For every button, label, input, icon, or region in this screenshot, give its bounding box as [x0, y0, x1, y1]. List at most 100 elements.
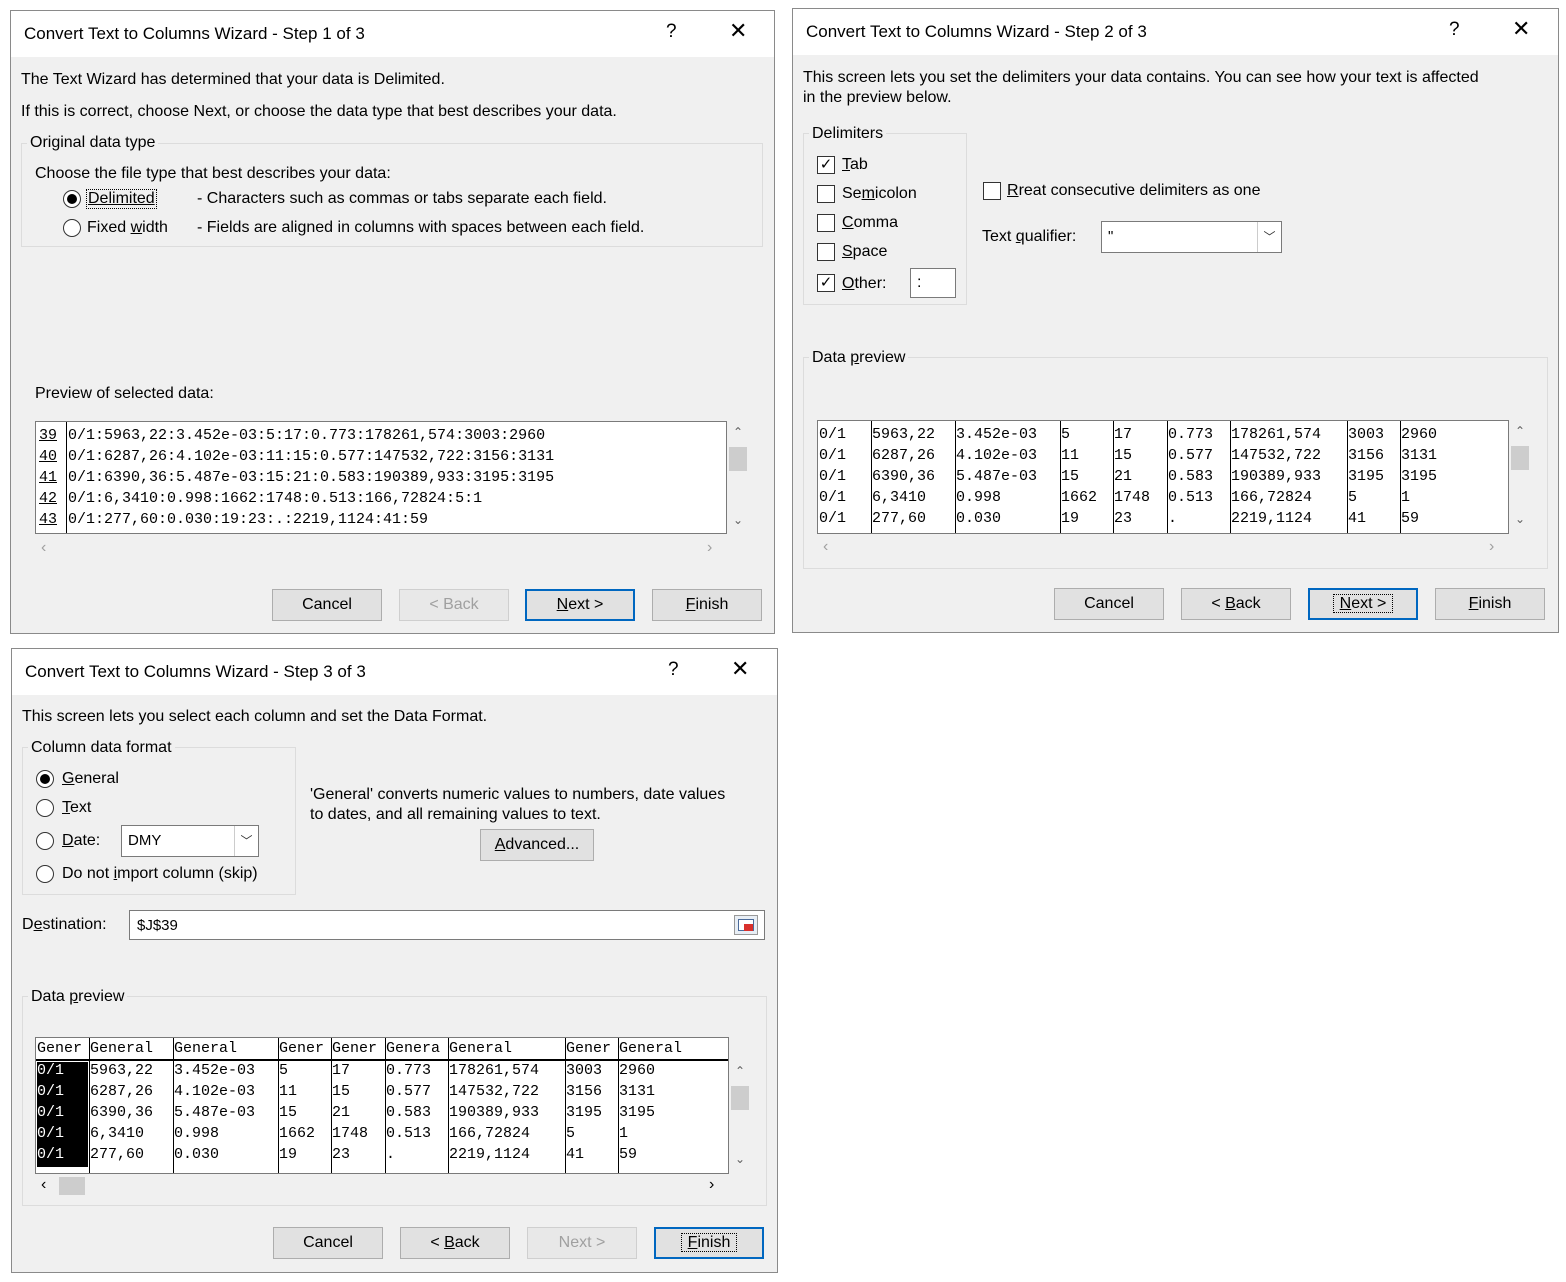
column-header[interactable]: Gener: [566, 1040, 617, 1057]
close-icon[interactable]: ✕: [729, 19, 747, 43]
grid-cell: 6,3410: [90, 1125, 145, 1142]
data-preview-grid[interactable]: Gener General General Gener Gener Genera Gener…: [35, 1037, 729, 1174]
date-radio[interactable]: [36, 832, 54, 850]
column-header[interactable]: General: [90, 1040, 172, 1057]
column-header[interactable]: Genera: [386, 1040, 447, 1057]
next-button[interactable]: Next >: [525, 589, 635, 621]
cancel-button[interactable]: Cancel: [273, 1227, 383, 1259]
next-button[interactable]: Next >: [527, 1227, 637, 1259]
chevron-down-icon[interactable]: ﹀: [234, 826, 258, 856]
finish-button[interactable]: Finish: [654, 1227, 764, 1259]
range-selector-icon[interactable]: [734, 915, 758, 935]
delimited-label[interactable]: Delimited: [86, 189, 157, 209]
column-header[interactable]: Gener: [332, 1040, 384, 1057]
scroll-left-icon[interactable]: ‹: [823, 538, 828, 556]
line-number: 40: [39, 448, 58, 465]
text-radio[interactable]: [36, 799, 54, 817]
scroll-down-icon[interactable]: ⌄: [729, 1152, 751, 1166]
advanced-button[interactable]: Advanced...: [480, 829, 594, 861]
tab-label[interactable]: Tab: [842, 156, 868, 174]
scroll-right-icon[interactable]: ›: [1489, 538, 1494, 556]
finish-button[interactable]: Finish: [652, 589, 762, 621]
consecutive-delimiters-label[interactable]: Rreat consecutive delimiters as one: [1007, 182, 1260, 200]
skip-column-radio[interactable]: [36, 865, 54, 883]
comma-label[interactable]: Comma: [842, 214, 898, 232]
delimited-radio[interactable]: [63, 190, 81, 208]
chevron-down-icon[interactable]: ﹀: [1257, 222, 1281, 252]
grid-cell: 3195: [619, 1104, 656, 1121]
horizontal-scroll-thumb[interactable]: [59, 1177, 85, 1195]
fixed-width-radio[interactable]: [63, 219, 81, 237]
text-label[interactable]: Text: [62, 799, 91, 817]
date-label[interactable]: Date:: [62, 832, 100, 850]
finish-button[interactable]: Finish: [1435, 588, 1545, 620]
general-label[interactable]: General: [62, 770, 119, 788]
space-label[interactable]: Space: [842, 243, 887, 261]
scroll-down-icon[interactable]: ⌄: [727, 513, 749, 527]
column-header[interactable]: General: [619, 1040, 727, 1057]
comma-checkbox[interactable]: [817, 214, 835, 232]
scroll-up-icon[interactable]: ⌃: [729, 1064, 751, 1078]
scroll-thumb[interactable]: [729, 447, 747, 471]
column-header[interactable]: Gener: [279, 1040, 330, 1057]
column-header[interactable]: Gener: [37, 1040, 88, 1057]
scroll-left-icon[interactable]: ‹: [41, 539, 46, 557]
data-preview-pane[interactable]: 39 0/1:5963,22:3.452e-03:5:17:0.773:17826…: [35, 421, 727, 534]
close-icon[interactable]: ✕: [731, 657, 749, 681]
grid-cell: 41: [1348, 510, 1367, 527]
horizontal-scrollbar[interactable]: ‹ ›: [817, 537, 1509, 557]
tab-checkbox[interactable]: ✓: [817, 156, 835, 174]
back-button[interactable]: < Back: [1181, 588, 1291, 620]
back-button[interactable]: < Back: [399, 589, 509, 621]
scroll-thumb[interactable]: [1511, 446, 1529, 470]
text-qualifier-value: ": [1108, 228, 1114, 245]
scroll-up-icon[interactable]: ⌃: [1509, 424, 1531, 438]
next-button[interactable]: Next >: [1308, 588, 1418, 620]
scroll-down-icon[interactable]: ⌄: [1509, 512, 1531, 526]
grid-cell: 3003: [1348, 426, 1385, 443]
scroll-left-icon[interactable]: ‹: [41, 1176, 46, 1194]
line-number: 41: [39, 469, 58, 486]
vertical-scrollbar[interactable]: ⌃ ⌄: [1509, 420, 1531, 534]
date-format-select[interactable]: DMY ﹀: [121, 825, 259, 857]
scroll-right-icon[interactable]: ›: [707, 539, 712, 557]
cancel-button[interactable]: Cancel: [272, 589, 382, 621]
help-icon[interactable]: ?: [668, 659, 679, 681]
close-icon[interactable]: ✕: [1512, 17, 1530, 41]
grid-cell: 3.452e-03: [956, 426, 1038, 443]
grid-cell: 3131: [1401, 447, 1438, 464]
other-label[interactable]: Other:: [842, 275, 886, 293]
horizontal-scrollbar[interactable]: ‹ ›: [35, 538, 727, 558]
skip-column-label[interactable]: Do not import column (skip): [62, 865, 258, 883]
text-qualifier-label: Text qualifier:: [982, 228, 1077, 245]
other-delimiter-input[interactable]: :: [910, 268, 956, 298]
scroll-right-icon[interactable]: ›: [709, 1176, 714, 1194]
intro-text-2: in the preview below.: [803, 89, 952, 106]
general-radio[interactable]: [36, 770, 54, 788]
consecutive-delimiters-checkbox[interactable]: [983, 182, 1001, 200]
other-checkbox[interactable]: ✓: [817, 274, 835, 292]
fixed-width-label[interactable]: Fixed width: [87, 219, 168, 237]
column-header[interactable]: General: [449, 1040, 564, 1057]
general-description-2: to dates, and all remaining values to te…: [310, 806, 601, 823]
grid-cell: 0/1: [37, 1062, 88, 1083]
help-icon[interactable]: ?: [1449, 19, 1460, 41]
vertical-scrollbar[interactable]: ⌃ ⌄: [729, 1060, 751, 1174]
help-icon[interactable]: ?: [666, 21, 677, 43]
column-header[interactable]: General: [174, 1040, 277, 1057]
text-qualifier-select[interactable]: " ﹀: [1101, 221, 1282, 253]
semicolon-label[interactable]: Semicolon: [842, 185, 917, 203]
data-preview-grid[interactable]: 0/1 5963,22 3.452e-03 5 17 0.773 178261,574 300…: [817, 420, 1509, 534]
scroll-up-icon[interactable]: ⌃: [727, 425, 749, 439]
destination-input[interactable]: $J$39: [129, 910, 765, 940]
grid-cell: 2219,1124: [449, 1146, 531, 1163]
vertical-scrollbar[interactable]: ⌃ ⌄: [727, 421, 749, 534]
horizontal-scrollbar[interactable]: ‹ ›: [35, 1176, 729, 1196]
grid-cell: 0/1: [819, 489, 847, 506]
semicolon-checkbox[interactable]: [817, 185, 835, 203]
back-button[interactable]: < Back: [400, 1227, 510, 1259]
scroll-thumb[interactable]: [731, 1086, 749, 1110]
grid-cell: 1748: [332, 1125, 369, 1142]
cancel-button[interactable]: Cancel: [1054, 588, 1164, 620]
space-checkbox[interactable]: [817, 243, 835, 261]
